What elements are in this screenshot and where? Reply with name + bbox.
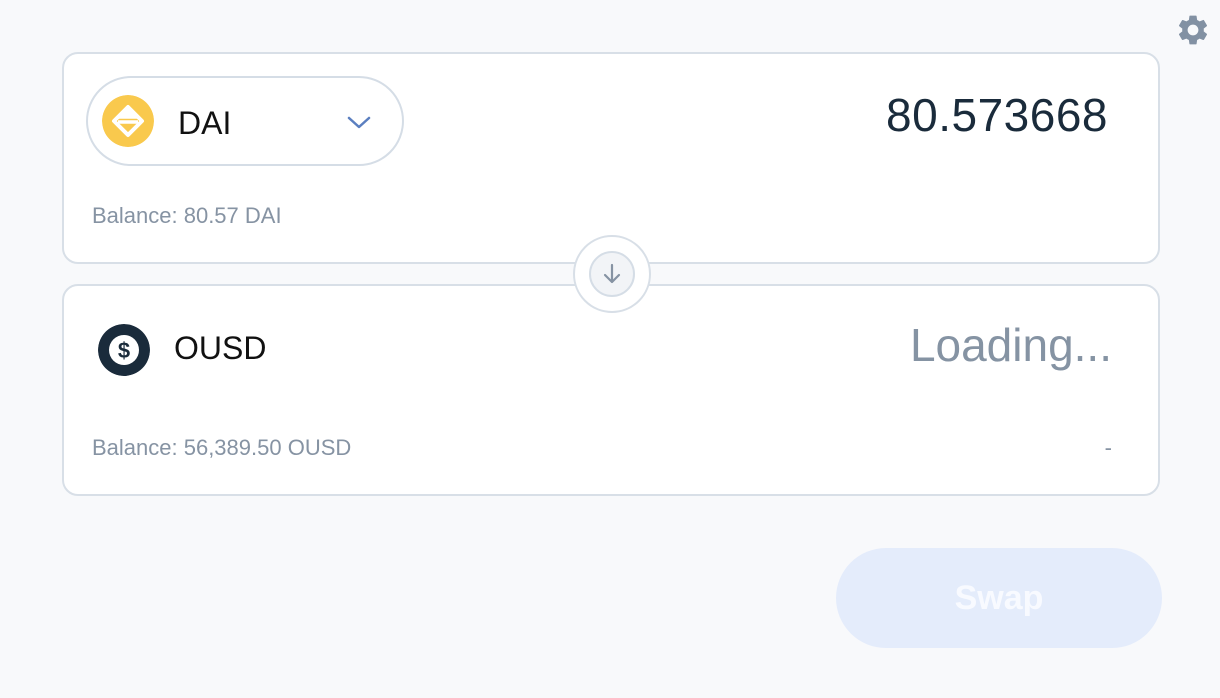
- swap-from-panel: DAI Balance: 80.57 DAI: [62, 52, 1160, 264]
- to-token-symbol: OUSD: [174, 330, 267, 366]
- from-balance-label: Balance: 80.57: [92, 203, 239, 228]
- ousd-icon: $: [98, 324, 150, 376]
- to-amount-loading: Loading...: [909, 319, 1112, 371]
- to-value: -: [1104, 435, 1112, 460]
- swap-direction-button[interactable]: [589, 251, 635, 297]
- to-balance-label: Balance: 56,389.50: [92, 435, 282, 460]
- swap-direction-wrapper: [573, 235, 651, 313]
- from-balance-symbol: DAI: [244, 203, 282, 228]
- chevron-down-icon: [347, 116, 371, 129]
- dai-icon: [102, 95, 154, 147]
- swap-button[interactable]: Swap: [836, 548, 1162, 648]
- to-balance: Balance: 56,389.50 OUSD: [92, 434, 351, 462]
- from-token-selector[interactable]: DAI: [86, 76, 404, 166]
- swap-to-panel: $ OUSD Loading... Balance: 56,389.50 OUS…: [62, 284, 1160, 496]
- arrow-down-icon: [603, 263, 621, 284]
- svg-text:$: $: [118, 338, 130, 363]
- to-balance-symbol: OUSD: [287, 435, 352, 460]
- from-token-symbol: DAI: [178, 105, 232, 141]
- gear-icon: [1178, 15, 1208, 45]
- from-amount-input[interactable]: [608, 90, 1108, 140]
- from-balance: Balance: 80.57 DAI: [92, 202, 282, 230]
- settings-button[interactable]: [1175, 12, 1211, 48]
